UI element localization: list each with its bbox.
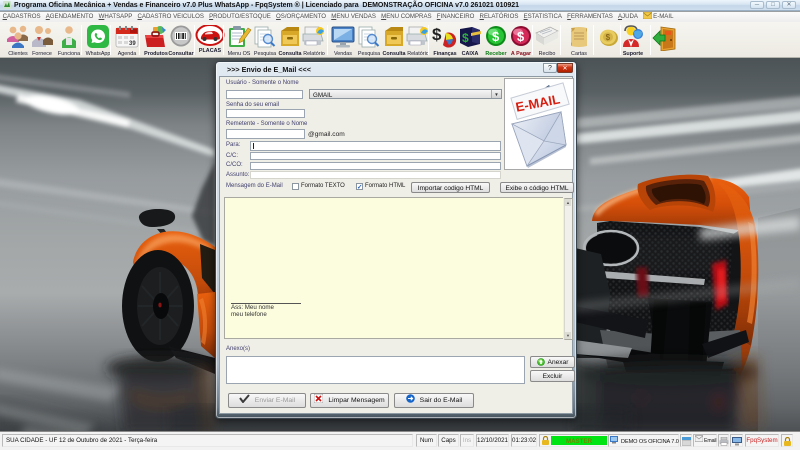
svg-text:$: $ bbox=[432, 25, 442, 44]
svg-text:$: $ bbox=[517, 29, 525, 44]
svg-text:$: $ bbox=[606, 33, 611, 42]
svg-text:$: $ bbox=[492, 29, 500, 44]
svg-text:$: $ bbox=[462, 31, 469, 45]
svg-text:39: 39 bbox=[129, 41, 136, 47]
